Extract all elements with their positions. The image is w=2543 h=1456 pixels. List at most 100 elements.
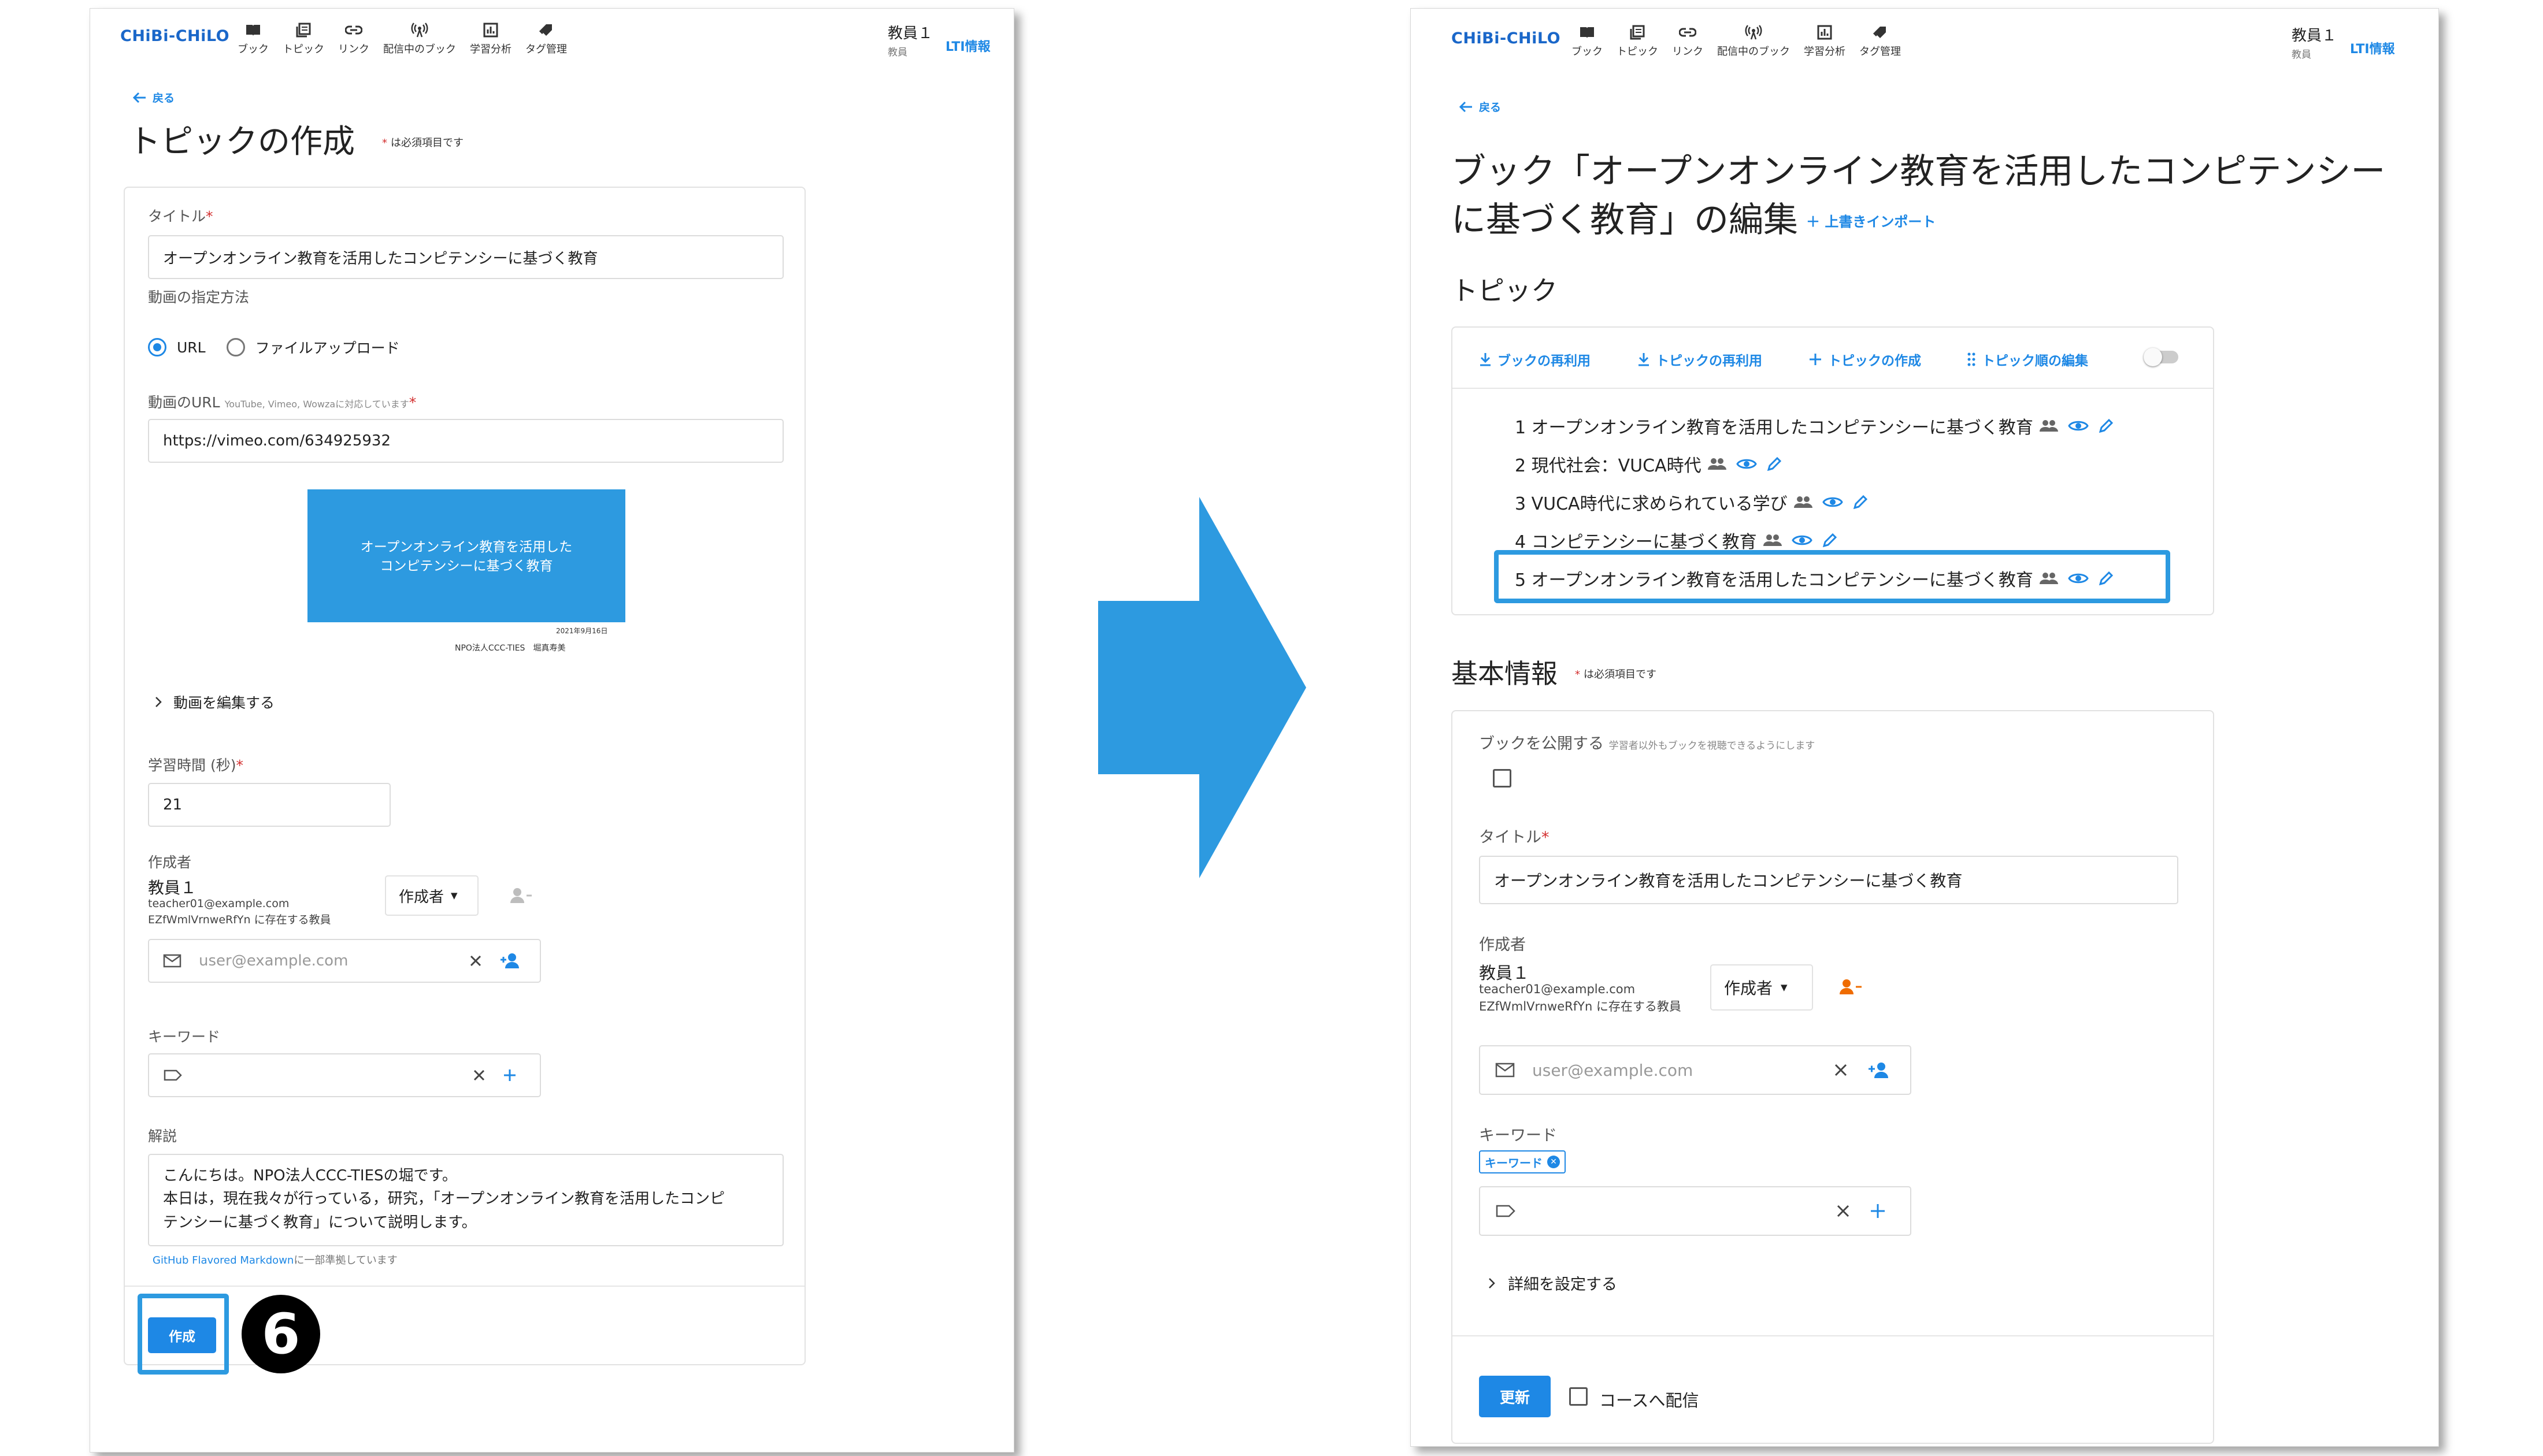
edit-video-expander[interactable]: 動画を編集する	[154, 692, 275, 712]
description-textarea[interactable]: こんにちは。NPO法人CCC-TIESの堀です。 本日は，現在我々が行っている，…	[148, 1154, 784, 1246]
keyword-chip[interactable]: キーワード ✕	[1479, 1150, 1566, 1173]
nav-book[interactable]: ブック	[1571, 24, 1603, 58]
topic-order-toggle[interactable]	[2144, 348, 2178, 366]
add-icon[interactable]	[503, 1068, 517, 1082]
user-menu[interactable]: 教員１ 教員	[888, 21, 933, 58]
user-menu[interactable]: 教員１ 教員	[2292, 24, 2337, 61]
eye-icon[interactable]	[2068, 419, 2089, 433]
toolbar-divider	[1452, 388, 2213, 389]
edit-pencil-icon[interactable]	[1852, 494, 1869, 510]
remove-author-icon[interactable]	[1838, 978, 1863, 996]
author-email-row: user@example.com	[148, 939, 541, 983]
nav-topic[interactable]: トピック	[283, 21, 324, 56]
nav-tags[interactable]: タグ管理	[1859, 24, 1901, 58]
chip-remove-icon[interactable]: ✕	[1547, 1156, 1560, 1168]
user-role: 教員	[2292, 49, 2311, 61]
reuse-book-button[interactable]: ブックの再利用	[1479, 350, 1591, 369]
thumbnail-date: 2021年9月16日	[556, 627, 608, 635]
nav-link[interactable]: リンク	[338, 21, 369, 56]
duration-input[interactable]: 21	[148, 783, 391, 827]
edit-pencil-icon[interactable]	[1822, 532, 1838, 548]
app-logo[interactable]: CHiBi-CHiLO	[120, 27, 229, 45]
edit-pencil-icon[interactable]	[1766, 456, 1782, 472]
clear-icon[interactable]	[1836, 1204, 1850, 1218]
publish-checkbox[interactable]	[1493, 769, 1511, 788]
app-header: CHiBi-CHiLO ブック トピック リンク 配信中のブック 学習分析 タグ…	[1411, 9, 2438, 72]
tag-icon	[1871, 24, 1889, 41]
reuse-topic-button[interactable]: トピックの再利用	[1637, 350, 1762, 369]
nav-topic[interactable]: トピック	[1617, 24, 1658, 58]
screenshot-book-edit: CHiBi-CHiLO ブック トピック リンク 配信中のブック 学習分析 タグ…	[1410, 8, 2439, 1447]
topic-icon	[1629, 24, 1646, 41]
dropdown-arrow-icon: ▼	[451, 890, 458, 901]
nav-label: 配信中のブック	[1717, 46, 1790, 58]
nav-analytics[interactable]: 学習分析	[470, 21, 511, 56]
email-input[interactable]: user@example.com	[199, 952, 469, 970]
author-role-select[interactable]: 作成者 ▼	[1710, 964, 1813, 1011]
title-input[interactable]: オープンオンライン教育を活用したコンピテンシーに基づく教育	[1479, 856, 2178, 904]
main-nav: ブック トピック リンク 配信中のブック 学習分析 タグ管理	[1571, 24, 1915, 58]
topic-item[interactable]: 2 現代社会：VUCA時代	[1515, 451, 1782, 477]
markdown-link[interactable]: GitHub Flavored Markdown	[153, 1254, 294, 1266]
eye-icon[interactable]	[1736, 457, 1757, 471]
link-icon	[345, 21, 362, 39]
details-expander[interactable]: 詳細を設定する	[1487, 1272, 1617, 1294]
markdown-note: GitHub Flavored Markdownに一部準拠しています	[153, 1254, 398, 1266]
video-url-input[interactable]: https://vimeo.com/634925932	[148, 419, 784, 463]
back-link[interactable]: 戻る	[132, 90, 175, 105]
new-topic-highlight	[1494, 550, 2170, 603]
nav-label: リンク	[338, 43, 369, 55]
title-input[interactable]: オープンオンライン教育を活用したコンピテンシーに基づく教育	[148, 235, 784, 279]
tag-icon	[537, 21, 555, 39]
add-icon[interactable]	[1870, 1203, 1886, 1219]
required-note: * は必須項目です	[1575, 668, 1656, 681]
overwrite-import-button[interactable]: ＋ 上書きインポート	[1806, 214, 1936, 230]
update-button[interactable]: 更新	[1479, 1376, 1551, 1417]
email-input[interactable]: user@example.com	[1532, 1061, 1834, 1080]
eye-icon[interactable]	[1791, 533, 1812, 547]
clear-icon[interactable]	[473, 1069, 485, 1082]
radio-url[interactable]	[148, 338, 166, 356]
topic-item[interactable]: 3 VUCA時代に求められている学び	[1515, 489, 1869, 515]
analytics-icon	[1816, 24, 1833, 41]
description-label: 解説	[148, 1128, 177, 1145]
email-icon	[1495, 1063, 1515, 1078]
topic-item[interactable]: 4 コンピテンシーに基づく教育	[1515, 528, 1838, 553]
eye-icon[interactable]	[1822, 495, 1843, 509]
lti-info-link[interactable]: LTI情報	[2350, 39, 2395, 57]
duration-label: 学習時間 (秒)*	[148, 757, 243, 774]
clear-icon[interactable]	[469, 954, 482, 967]
topics-heading: トピック	[1451, 275, 1558, 306]
nav-book[interactable]: ブック	[238, 21, 269, 56]
nav-broadcast[interactable]: 配信中のブック	[383, 21, 456, 56]
radio-file-upload[interactable]	[226, 338, 245, 356]
topic-title: 3 VUCA時代に求められている学び	[1515, 494, 1788, 514]
clear-icon[interactable]	[1834, 1063, 1848, 1077]
topic-item[interactable]: 1 オープンオンライン教育を活用したコンピテンシーに基づく教育	[1515, 413, 2114, 439]
nav-label: タグ管理	[1859, 46, 1901, 58]
link-icon	[1679, 24, 1696, 41]
add-person-icon[interactable]	[1867, 1061, 1892, 1079]
details-label: 詳細を設定する	[1508, 1276, 1617, 1294]
course-distribution-checkbox[interactable]	[1569, 1387, 1588, 1406]
chevron-right-icon	[1489, 1277, 1495, 1288]
back-link[interactable]: 戻る	[1458, 99, 1501, 114]
nav-link[interactable]: リンク	[1672, 24, 1703, 58]
nav-analytics[interactable]: 学習分析	[1804, 24, 1845, 58]
back-label: 戻る	[1479, 101, 1502, 114]
author-role-select[interactable]: 作成者 ▼	[385, 875, 479, 916]
lti-info-link[interactable]: LTI情報	[946, 36, 991, 55]
app-logo[interactable]: CHiBi-CHiLO	[1451, 29, 1560, 47]
nav-broadcast[interactable]: 配信中のブック	[1717, 24, 1790, 58]
create-topic-button[interactable]: トピックの作成	[1808, 350, 1921, 369]
edit-topic-order-button[interactable]: トピック順の編集	[1967, 350, 2088, 369]
topic-title: 2 現代社会：VUCA時代	[1515, 456, 1701, 476]
author-details: teacher01@example.com EZfWmlVrnweRfYn に存在…	[148, 897, 331, 926]
back-label: 戻る	[153, 92, 175, 105]
edit-pencil-icon[interactable]	[2098, 418, 2114, 434]
author-details: teacher01@example.com EZfWmlVrnweRfYn に存在…	[1479, 982, 1681, 1014]
author-name: 教員１	[148, 878, 197, 897]
video-thumbnail[interactable]: オープンオンライン教育を活用した コンピテンシーに基づく教育	[307, 489, 625, 622]
nav-tags[interactable]: タグ管理	[525, 21, 567, 56]
add-person-icon[interactable]	[499, 952, 522, 970]
